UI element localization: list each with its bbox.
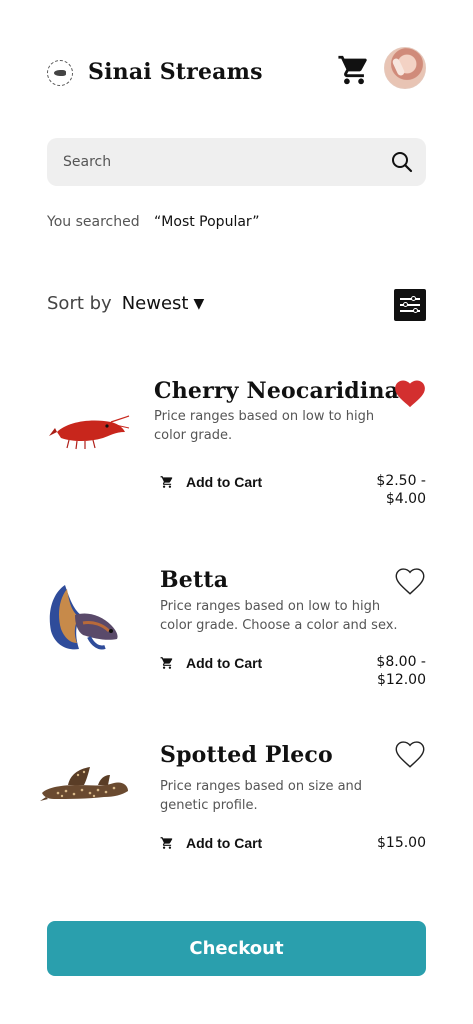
price-line: $8.00 - bbox=[376, 654, 426, 670]
filter-line bbox=[400, 298, 420, 300]
add-to-cart-label: Add to Cart bbox=[186, 655, 263, 671]
search-summary-term: “Most Popular” bbox=[154, 214, 260, 230]
heart-outline-icon[interactable] bbox=[393, 565, 427, 597]
sort-label: Sort by bbox=[47, 293, 112, 314]
product-price: $2.50 - $4.00 bbox=[376, 472, 426, 508]
price-line: $2.50 - bbox=[376, 473, 426, 489]
pleco-image bbox=[40, 767, 128, 801]
brand-title: Sinai Streams bbox=[88, 59, 263, 85]
avatar[interactable] bbox=[384, 47, 426, 89]
sort-control[interactable]: Sort by Newest ▼ bbox=[47, 293, 204, 314]
cart-icon bbox=[160, 837, 173, 849]
add-to-cart-label: Add to Cart bbox=[186, 835, 263, 851]
search-summary-label: You searched bbox=[47, 214, 140, 230]
product-name[interactable]: Cherry Neocaridina bbox=[154, 378, 399, 404]
price-line: $15.00 bbox=[377, 835, 426, 851]
search-input[interactable] bbox=[63, 138, 373, 186]
cart-icon bbox=[160, 476, 173, 488]
product-price: $15.00 bbox=[377, 834, 426, 852]
product-card-cherry-neocaridina[interactable]: Cherry Neocaridina Price ranges based on… bbox=[0, 360, 473, 520]
product-name[interactable]: Betta bbox=[160, 567, 228, 593]
shrimp-image bbox=[49, 415, 130, 450]
search-bar bbox=[47, 138, 426, 186]
checkout-button[interactable]: Checkout bbox=[47, 921, 426, 976]
product-price: $8.00 - $12.00 bbox=[376, 653, 426, 689]
filter-knob bbox=[411, 295, 416, 301]
product-name[interactable]: Spotted Pleco bbox=[160, 742, 333, 768]
filter-button[interactable] bbox=[394, 289, 426, 321]
cart-button[interactable] bbox=[336, 52, 372, 88]
product-card-betta[interactable]: Betta Price ranges based on low to high … bbox=[0, 560, 473, 700]
product-card-spotted-pleco[interactable]: Spotted Pleco Price ranges based on size… bbox=[0, 735, 473, 865]
add-to-cart-button[interactable]: Add to Cart bbox=[160, 835, 262, 851]
betta-image bbox=[49, 585, 118, 650]
add-to-cart-label: Add to Cart bbox=[186, 474, 263, 490]
sort-value[interactable]: Newest bbox=[122, 293, 189, 314]
product-description: Price ranges based on low to high color … bbox=[160, 599, 398, 633]
search-summary: You searched “Most Popular” bbox=[47, 214, 260, 230]
caret-down-icon[interactable]: ▼ bbox=[193, 296, 204, 312]
filter-knob bbox=[403, 301, 408, 307]
cart-icon bbox=[338, 55, 367, 85]
heart-filled-icon[interactable] bbox=[393, 377, 427, 409]
price-line: $12.00 bbox=[377, 672, 426, 688]
add-to-cart-button[interactable]: Add to Cart bbox=[160, 474, 262, 490]
add-to-cart-button[interactable]: Add to Cart bbox=[160, 655, 262, 671]
app-header: Sinai Streams bbox=[0, 0, 473, 120]
price-line: $4.00 bbox=[385, 491, 426, 507]
logo-icon bbox=[47, 60, 73, 86]
filter-knob bbox=[413, 307, 418, 313]
search-icon[interactable] bbox=[390, 150, 414, 174]
heart-outline-icon[interactable] bbox=[393, 738, 427, 770]
cart-icon bbox=[160, 657, 173, 669]
product-description: Price ranges based on size and genetic p… bbox=[160, 779, 363, 813]
product-description: Price ranges based on low to high color … bbox=[154, 409, 375, 443]
